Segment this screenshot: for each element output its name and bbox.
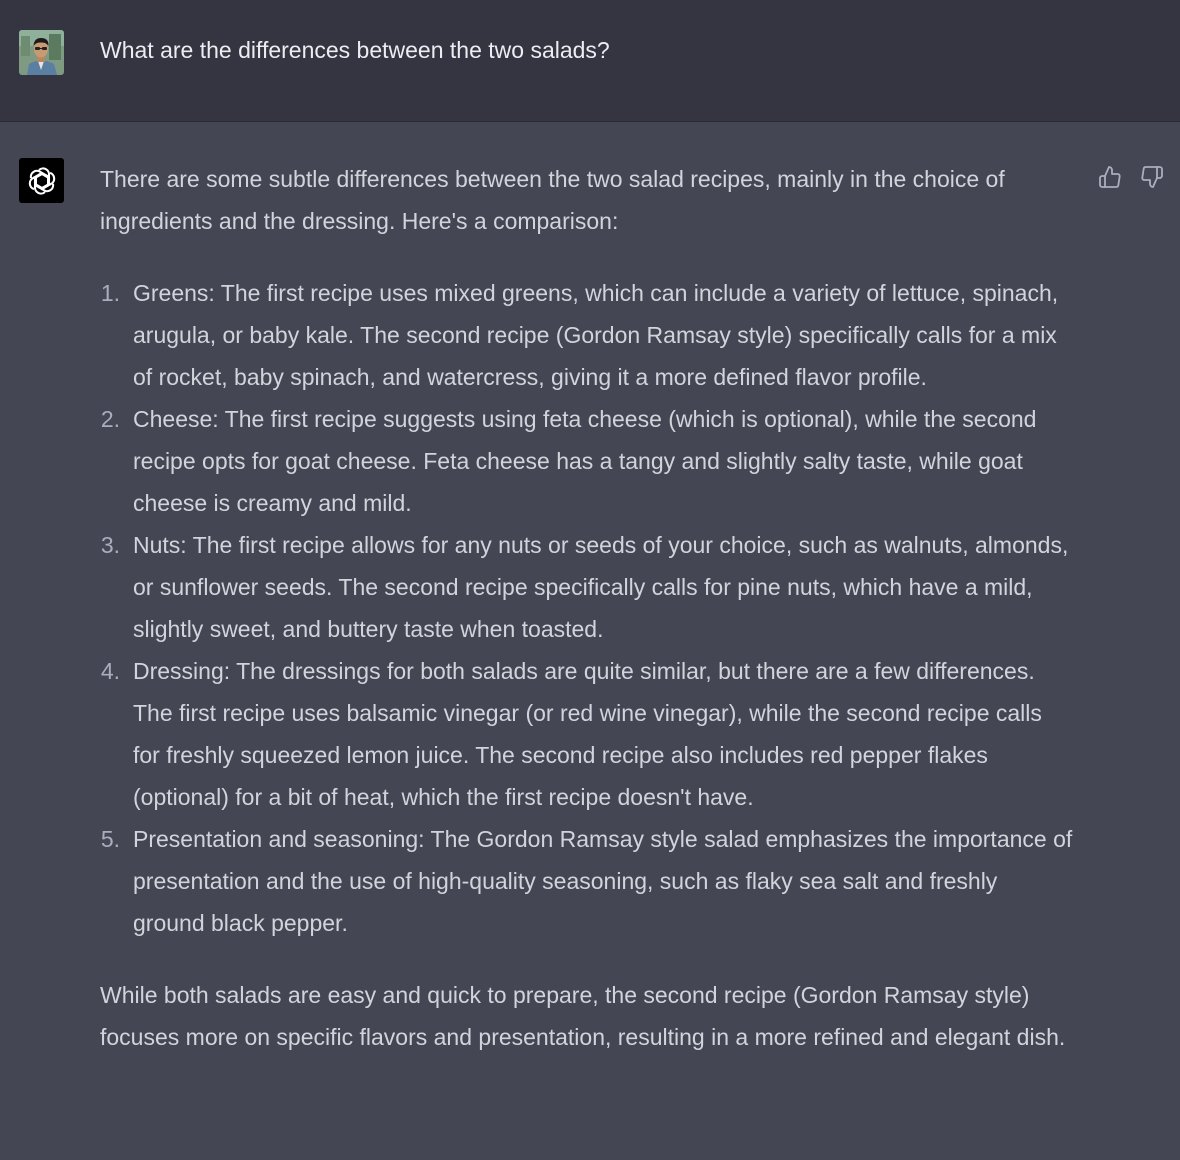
assistant-message-text: There are some subtle differences betwee… bbox=[98, 158, 1075, 1058]
list-item: Cheese: The first recipe suggests using … bbox=[98, 398, 1037, 516]
list-item: Dressing: The dressings for both salads … bbox=[98, 650, 1042, 810]
user-avatar bbox=[19, 30, 64, 75]
list-item: Presentation and seasoning: The Gordon R… bbox=[98, 818, 1073, 936]
answer-intro: There are some subtle differences betwee… bbox=[100, 166, 1005, 234]
answer-conclusion: While both salads are easy and quick to … bbox=[100, 982, 1066, 1050]
list-item: Nuts: The first recipe allows for any nu… bbox=[98, 524, 1069, 642]
assistant-message-row: There are some subtle differences betwee… bbox=[0, 122, 1180, 1160]
openai-logo-icon bbox=[19, 158, 64, 203]
user-message-text: What are the differences between the two… bbox=[100, 37, 610, 63]
thumbs-up-icon[interactable] bbox=[1097, 164, 1123, 190]
comparison-list: Greens: The first recipe uses mixed gree… bbox=[98, 272, 1075, 944]
list-item: Greens: The first recipe uses mixed gree… bbox=[98, 272, 1059, 390]
user-message-row: What are the differences between the two… bbox=[0, 0, 1180, 122]
thumbs-down-icon[interactable] bbox=[1139, 164, 1165, 190]
user-photo-avatar-icon bbox=[19, 30, 64, 75]
